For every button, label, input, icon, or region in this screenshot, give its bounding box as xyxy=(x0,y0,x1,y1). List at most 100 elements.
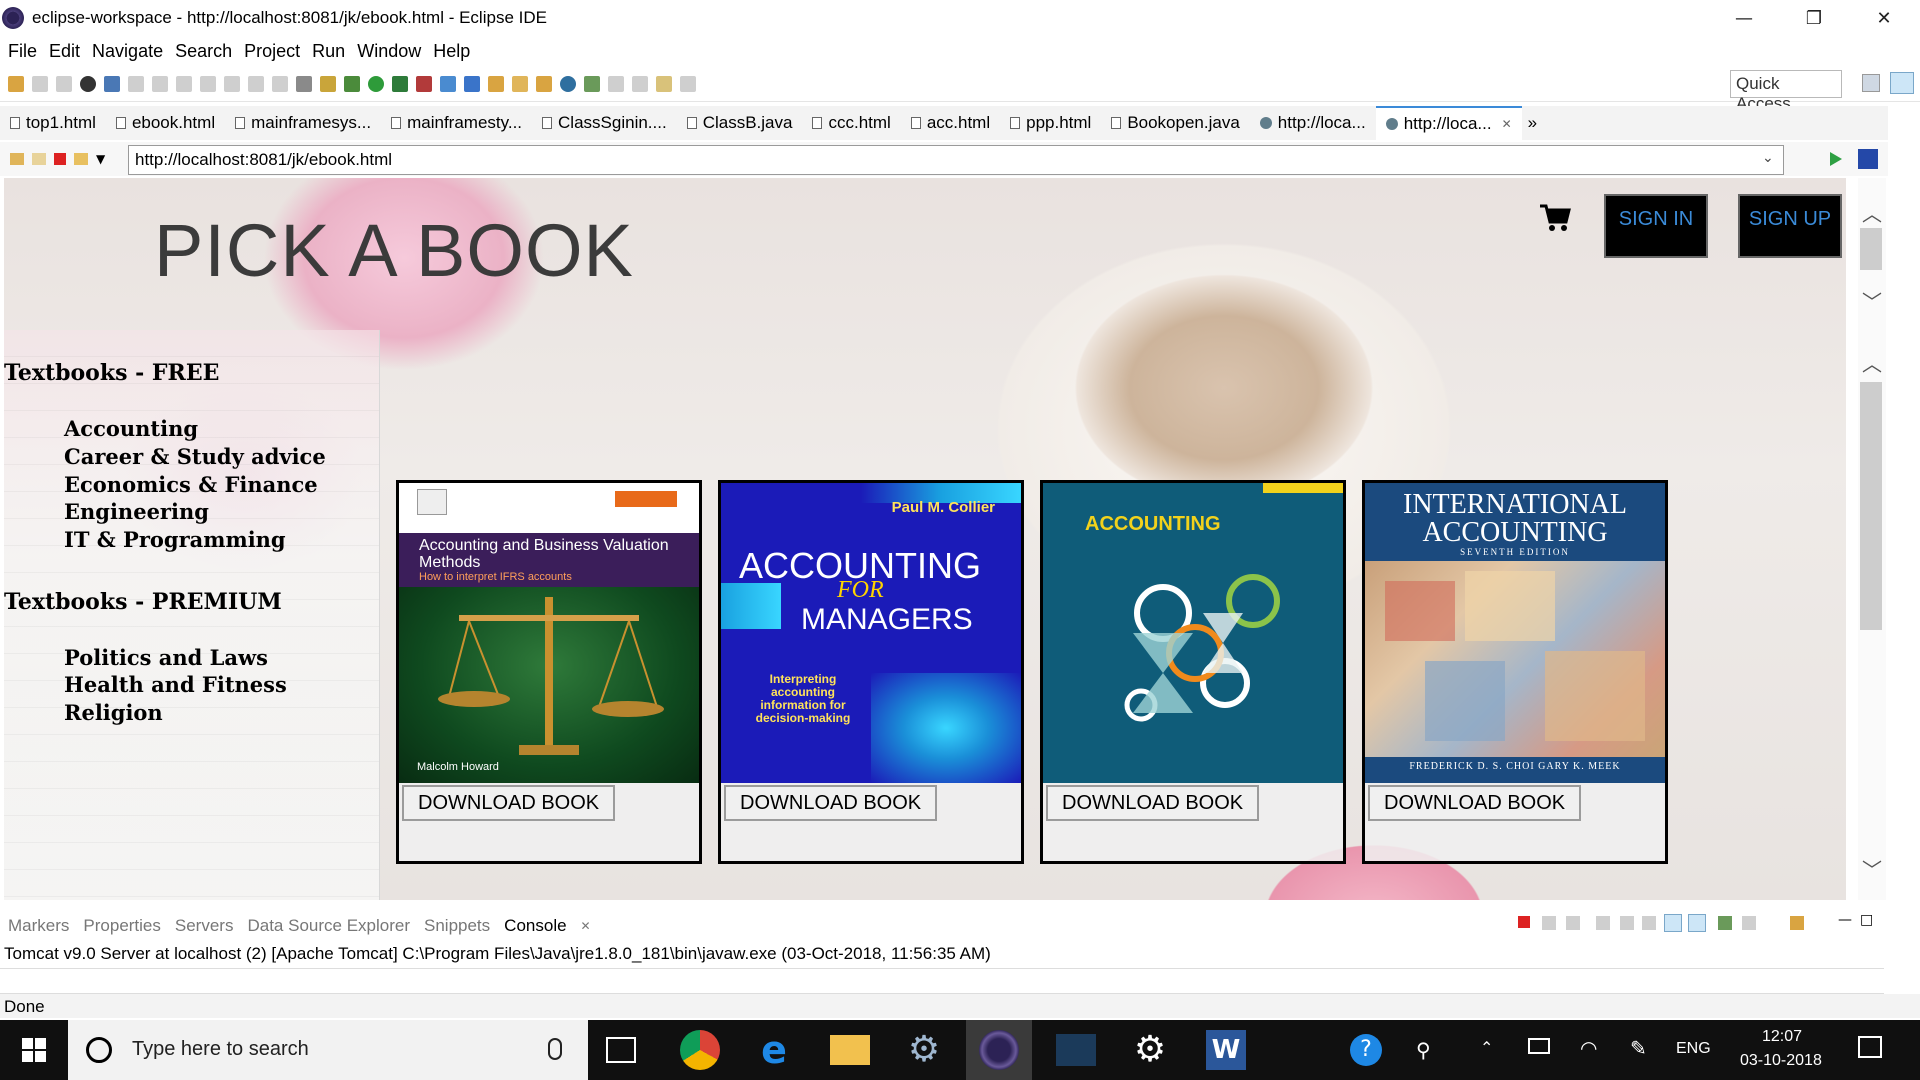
eclipse-taskbar-button[interactable] xyxy=(966,1020,1032,1080)
word-icon[interactable]: W xyxy=(1206,1030,1246,1070)
settings-gear-app-icon[interactable]: ⚙ xyxy=(904,1030,944,1070)
console-text-area[interactable] xyxy=(0,968,1884,994)
category-career[interactable]: Career & Study advice xyxy=(64,444,326,469)
mysql-icon[interactable] xyxy=(1056,1034,1096,1066)
quick-access-field[interactable]: Quick Access xyxy=(1730,70,1842,113)
clock-date[interactable]: 03-10-2018 xyxy=(1740,1052,1822,1070)
chevron-down-icon[interactable]: ▼ xyxy=(96,152,105,166)
search-tool-icon[interactable] xyxy=(536,75,552,92)
tab-classsginin[interactable]: ClassSginin.... xyxy=(532,106,677,140)
tab-servers[interactable]: Servers xyxy=(175,916,234,936)
scroll-thumb-top[interactable] xyxy=(1860,228,1882,270)
edge-icon[interactable]: e xyxy=(754,1030,794,1070)
download-book-button[interactable]: DOWNLOAD BOOK xyxy=(402,785,616,821)
sign-up-button[interactable]: SIGN UP xyxy=(1738,194,1842,258)
tab-ccc-html[interactable]: ccc.html xyxy=(802,106,900,140)
skip-icon[interactable] xyxy=(128,75,144,92)
remove-all-icon[interactable] xyxy=(1566,916,1580,930)
back-arrow-icon[interactable] xyxy=(10,153,24,165)
task-view-icon[interactable] xyxy=(606,1037,636,1063)
close-console-icon[interactable]: ✕ xyxy=(581,919,591,933)
file-explorer-icon[interactable] xyxy=(830,1035,870,1065)
tab-ebook-html[interactable]: ebook.html xyxy=(106,106,225,140)
menu-search[interactable]: Search xyxy=(175,41,232,62)
globe-icon[interactable] xyxy=(560,75,576,92)
tab-ppp-html[interactable]: ppp.html xyxy=(1000,106,1101,140)
coverage-icon[interactable] xyxy=(392,75,408,92)
tab-top1-html[interactable]: top1.html xyxy=(0,106,106,140)
step-over-icon[interactable] xyxy=(248,75,264,92)
language-indicator[interactable]: ENG xyxy=(1676,1040,1711,1058)
book-cover[interactable]: ACCOUNTING xyxy=(1043,483,1343,783)
menu-project[interactable]: Project xyxy=(244,41,300,62)
tab-snippets[interactable]: Snippets xyxy=(424,916,490,936)
terminate-icon[interactable] xyxy=(200,75,216,92)
pen-icon[interactable]: ✎ xyxy=(1630,1036,1647,1061)
new-package-icon[interactable] xyxy=(464,75,480,92)
people-icon[interactable]: ⚲ xyxy=(1416,1038,1431,1063)
open-task-icon[interactable] xyxy=(512,75,528,92)
menu-navigate[interactable]: Navigate xyxy=(92,41,163,62)
forward-icon[interactable] xyxy=(680,75,696,92)
scroll-down-icon[interactable]: ﹀ xyxy=(1860,286,1884,314)
new-class-icon[interactable] xyxy=(440,75,456,92)
book-cover[interactable]: Accounting and Business Valuation Method… xyxy=(399,483,699,783)
clock-time[interactable]: 12:07 xyxy=(1762,1028,1802,1046)
category-religion[interactable]: Religion xyxy=(64,700,163,725)
word-wrap-icon[interactable] xyxy=(1642,916,1656,930)
menu-file[interactable]: File xyxy=(8,41,37,62)
back-icon[interactable] xyxy=(656,75,672,92)
battery-icon[interactable] xyxy=(1528,1038,1550,1054)
next-annotation-icon[interactable] xyxy=(608,75,624,92)
url-dropdown-icon[interactable]: ⌄ xyxy=(1762,150,1774,166)
minimize-view-icon[interactable]: — xyxy=(1838,912,1852,928)
terminate-console-icon[interactable] xyxy=(1518,916,1530,928)
open-console-icon[interactable] xyxy=(1790,916,1804,930)
pin-console-icon[interactable] xyxy=(1718,916,1732,930)
windows-start-icon[interactable] xyxy=(22,1038,46,1062)
scroll-down-icon[interactable]: ﹀ xyxy=(1860,854,1884,882)
step-into-icon[interactable] xyxy=(224,75,240,92)
download-book-button[interactable]: DOWNLOAD BOOK xyxy=(724,785,938,821)
perspective-icon[interactable] xyxy=(1862,74,1880,92)
chrome-icon[interactable] xyxy=(680,1030,720,1070)
taskbar-search[interactable]: Type here to search xyxy=(68,1020,588,1080)
forward-arrow-icon[interactable] xyxy=(32,153,46,165)
tab-acc-html[interactable]: acc.html xyxy=(901,106,1000,140)
menu-edit[interactable]: Edit xyxy=(49,41,80,62)
scroll-lock-icon[interactable] xyxy=(1620,916,1634,930)
settings-icon[interactable]: ⚙ xyxy=(1130,1030,1170,1070)
menu-window[interactable]: Window xyxy=(357,41,421,62)
tab-classb-java[interactable]: ClassB.java xyxy=(677,106,803,140)
stop-icon[interactable] xyxy=(54,153,66,165)
tab-overflow-button[interactable]: » xyxy=(1522,106,1543,140)
maximize-button[interactable]: ❐ xyxy=(1778,0,1850,36)
step-return-icon[interactable] xyxy=(272,75,288,92)
cart-icon[interactable] xyxy=(1538,200,1572,234)
refresh-icon[interactable] xyxy=(74,153,88,165)
server-icon[interactable] xyxy=(104,75,120,92)
category-health[interactable]: Health and Fitness xyxy=(64,672,287,697)
tab-markers[interactable]: Markers xyxy=(8,916,69,936)
tab-mainframesty[interactable]: mainframesty... xyxy=(381,106,532,140)
remove-launch-icon[interactable] xyxy=(1542,916,1556,930)
tab-mainframesys[interactable]: mainframesys... xyxy=(225,106,381,140)
annotation-icon[interactable] xyxy=(584,75,600,92)
menu-help[interactable]: Help xyxy=(433,41,470,62)
minimize-button[interactable]: — xyxy=(1708,0,1780,36)
run-icon[interactable] xyxy=(368,75,384,92)
close-button[interactable]: ✕ xyxy=(1848,0,1920,36)
build-icon[interactable] xyxy=(296,75,312,92)
go-icon[interactable] xyxy=(1830,152,1842,166)
download-book-button[interactable]: DOWNLOAD BOOK xyxy=(1046,785,1260,821)
book-cover[interactable]: INTERNATIONAL ACCOUNTING SEVENTH EDITION… xyxy=(1365,483,1665,783)
close-tab-icon[interactable]: ✕ xyxy=(1502,117,1512,131)
wifi-icon[interactable]: ◠ xyxy=(1580,1036,1597,1061)
maximize-view-icon[interactable]: □ xyxy=(1860,912,1873,928)
category-politics[interactable]: Politics and Laws xyxy=(64,645,268,670)
tools-icon[interactable] xyxy=(320,75,336,92)
tab-browser-active[interactable]: http://loca... ✕ xyxy=(1375,106,1522,140)
suspend-icon[interactable] xyxy=(176,75,192,92)
scroll-up-icon[interactable]: ︿ xyxy=(1860,348,1884,376)
tab-browser-1[interactable]: http://loca... xyxy=(1250,106,1376,140)
